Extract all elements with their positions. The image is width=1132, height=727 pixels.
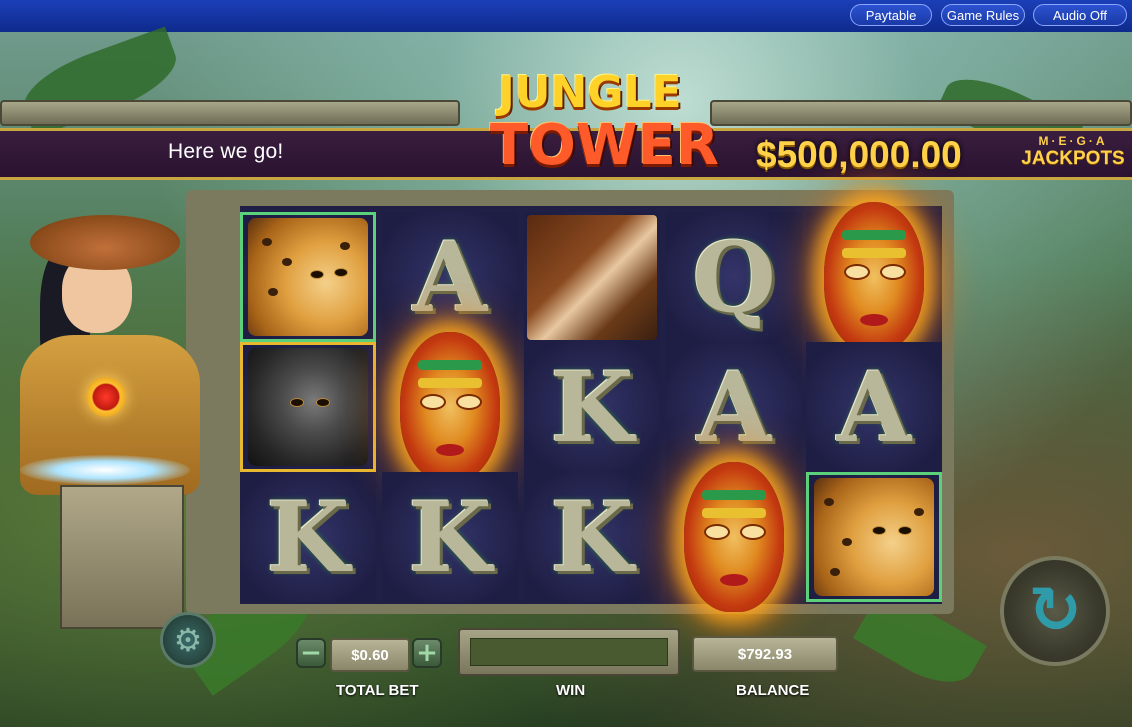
increase-bet-button[interactable]: + [412, 638, 442, 668]
reel-grid: K A K K K Q A A [240, 202, 942, 612]
leopard-symbol [814, 478, 934, 596]
fire-mask-symbol [400, 332, 500, 482]
fire-mask-symbol [824, 202, 924, 352]
reel-cell-a[interactable]: A [382, 212, 518, 342]
reel-cell-scroll[interactable] [524, 212, 660, 342]
symbol-letter: K [550, 480, 634, 594]
logo-line-2: TOWER [490, 113, 719, 178]
reel-cell-mask[interactable] [666, 462, 802, 612]
symbol-letter: A [412, 220, 488, 334]
character-hat [30, 215, 180, 270]
symbol-letter: K [408, 480, 492, 594]
stone-beam-left [0, 100, 460, 126]
status-message: Here we go! [168, 140, 284, 163]
gorilla-symbol [248, 348, 368, 466]
top-nav-bar: Paytable Game Rules Audio Off [0, 0, 1132, 33]
symbol-letter: A [836, 350, 912, 464]
mega-label: M·E·G·A [1038, 134, 1108, 148]
paytable-button[interactable]: Paytable [850, 4, 932, 26]
jackpots-label: JACKPOTS [1021, 148, 1125, 169]
symbol-letter: K [266, 480, 350, 594]
leopard-symbol [248, 218, 368, 336]
reel-cell-k[interactable]: K [524, 472, 660, 602]
reel-cell-leopard[interactable] [806, 472, 942, 602]
settings-gear-icon[interactable]: ⚙ [160, 612, 216, 668]
stone-pedestal [60, 485, 184, 629]
total-bet-value: $0.60 [330, 638, 410, 672]
reel-cell-mask[interactable] [382, 332, 518, 482]
reel-cell-k[interactable]: K [240, 472, 376, 602]
reel-cell-gorilla[interactable] [240, 342, 376, 472]
treasure-map-symbol [527, 214, 657, 340]
jungle-tower-logo: JUNGLE TOWER [490, 67, 719, 205]
mega-jackpots-logo: M·E·G·A JACKPOTS [1018, 134, 1128, 174]
total-bet-label: TOTAL BET [336, 682, 419, 699]
balance-value: $792.93 [692, 636, 838, 672]
reel-cell-a[interactable]: A [806, 342, 942, 472]
symbol-letter: K [550, 350, 634, 464]
reel-cell-a[interactable]: A [666, 342, 802, 472]
logo-line-1: JUNGLE [498, 67, 682, 118]
reel-cell-k[interactable]: K [524, 342, 660, 472]
win-label: WIN [556, 682, 586, 699]
decrease-bet-button[interactable]: − [296, 638, 326, 668]
amulet-icon [86, 377, 126, 417]
game-rules-button[interactable]: Game Rules [941, 4, 1025, 26]
symbol-letter: Q [692, 220, 776, 334]
spin-arrow-icon: ↻ [1028, 574, 1082, 648]
win-display [458, 628, 680, 676]
jackpot-amount: $500,000.00 [756, 134, 962, 175]
reel-cell-mask[interactable] [806, 202, 942, 352]
fire-mask-symbol [684, 462, 784, 612]
balance-label: BALANCE [736, 682, 810, 699]
reel-cell-leopard[interactable] [240, 212, 376, 342]
explorer-character [0, 205, 235, 629]
symbol-letter: A [696, 350, 772, 464]
audio-toggle-button[interactable]: Audio Off [1033, 4, 1127, 26]
stone-beam-right [710, 100, 1132, 126]
spin-button[interactable]: ↻ [1000, 556, 1110, 666]
reel-cell-q[interactable]: Q [666, 212, 802, 342]
magic-glow [20, 455, 190, 485]
reel-cell-k[interactable]: K [382, 472, 518, 602]
